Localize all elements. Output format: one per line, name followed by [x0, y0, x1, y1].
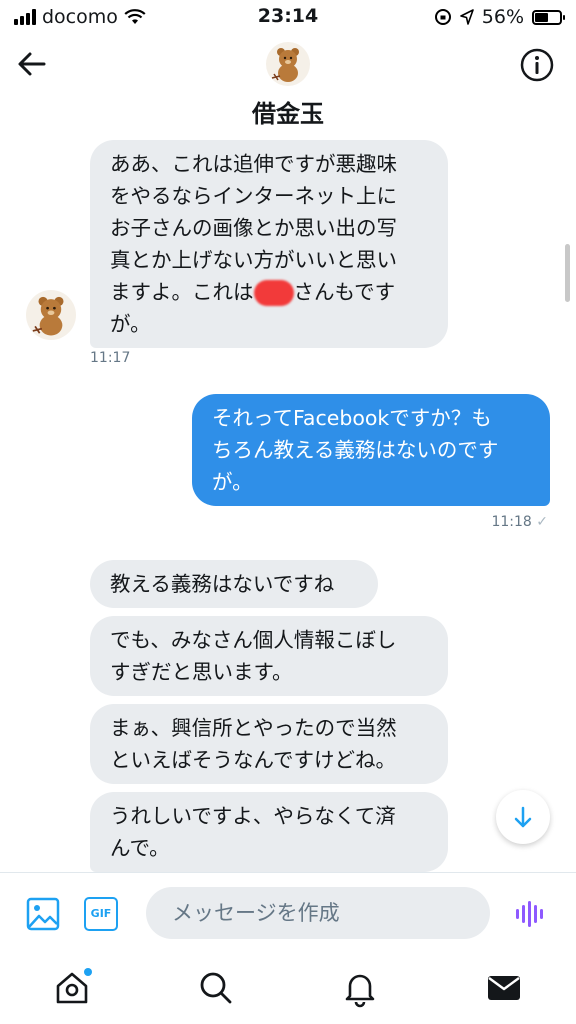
message-line: 真とか上げない方がいいと思い	[110, 248, 397, 272]
message-line: でも、みなさん個人情報こぼし	[110, 628, 397, 652]
message-line: んで。	[110, 836, 170, 860]
message-line: をやるならインターネット上に	[110, 184, 397, 208]
voice-message-icon[interactable]	[516, 901, 548, 927]
back-arrow-icon[interactable]	[14, 46, 50, 82]
message-line: すぎだと思います。	[110, 660, 293, 684]
message-line: まぁ、興信所とやったので当然	[110, 716, 397, 740]
status-bar: docomo 23:14 56%	[0, 0, 576, 34]
tab-home[interactable]	[52, 968, 92, 1008]
tab-notifications[interactable]	[340, 968, 380, 1008]
tab-bar	[0, 954, 576, 1024]
redaction-mark	[253, 280, 294, 306]
scrollbar[interactable]	[565, 244, 570, 302]
compose-bar: GIF	[0, 872, 576, 954]
message-text: ますよ。これは	[110, 280, 254, 304]
location-icon	[459, 9, 474, 25]
tab-messages[interactable]	[484, 968, 524, 1008]
message-line: うれしいですよ、やらなくて済	[110, 804, 396, 828]
conversation-name[interactable]: 借金玉	[0, 94, 576, 129]
message-line: ますよ。これは さんもです	[110, 276, 428, 308]
message-list[interactable]: ああ、これは追伸ですが悪趣味 をやるならインターネット上に お子さんの画像とか思…	[0, 132, 576, 872]
bell-icon	[345, 974, 375, 1008]
message-text: さんもです	[293, 280, 396, 304]
bear-avatar-icon	[32, 296, 64, 336]
tab-search[interactable]	[196, 968, 236, 1008]
message-line: お子さんの画像とか思い出の写	[110, 216, 397, 240]
message-input[interactable]	[146, 887, 490, 939]
message-bubble-received[interactable]: ああ、これは追伸ですが悪趣味 をやるならインターネット上に お子さんの画像とか思…	[90, 140, 448, 348]
message-bubble-received[interactable]: まぁ、興信所とやったので当然 といえばそうなんですけどね。	[90, 704, 448, 784]
message-timestamp: 11:17	[90, 350, 131, 366]
message-line: が。	[212, 470, 253, 494]
status-right: 56%	[434, 6, 565, 28]
message-line: それってFacebookですか？も	[212, 406, 492, 430]
message-line: が。	[110, 312, 151, 336]
sent-check-icon: ✓	[536, 514, 548, 530]
header-avatar[interactable]	[266, 42, 310, 86]
mail-icon	[488, 976, 520, 1000]
message-bubble-sent[interactable]: それってFacebookですか？も ちろん教える義務はないのです が。	[192, 394, 550, 506]
message-bubble-received[interactable]: 教える義務はないですね	[90, 560, 378, 608]
sender-avatar[interactable]	[26, 290, 76, 340]
battery-percent: 56%	[481, 6, 524, 28]
message-line: ああ、これは追伸ですが悪趣味	[110, 152, 397, 176]
timestamp-text: 11:18	[491, 514, 532, 530]
message-line: 教える義務はないですね	[110, 572, 335, 596]
arrow-down-icon	[514, 806, 532, 828]
message-line: ちろん教える義務はないのです	[212, 438, 499, 462]
message-timestamp: 11:18 ✓	[491, 514, 548, 530]
info-icon[interactable]	[520, 48, 554, 82]
battery-icon	[532, 9, 565, 25]
image-icon[interactable]	[26, 897, 60, 931]
conversation-header: 借金玉	[0, 34, 576, 132]
message-bubble-received[interactable]: うれしいですよ、やらなくて済 んで。	[90, 792, 448, 872]
orientation-lock-icon	[434, 9, 451, 25]
message-line: といえばそうなんですけどね。	[110, 748, 396, 772]
scroll-to-bottom-button[interactable]	[496, 790, 550, 844]
gif-button[interactable]: GIF	[84, 897, 118, 931]
search-icon	[200, 972, 232, 1004]
bear-avatar-icon	[271, 48, 299, 82]
notification-dot	[84, 968, 92, 976]
message-bubble-received[interactable]: でも、みなさん個人情報こぼし すぎだと思います。	[90, 616, 448, 696]
